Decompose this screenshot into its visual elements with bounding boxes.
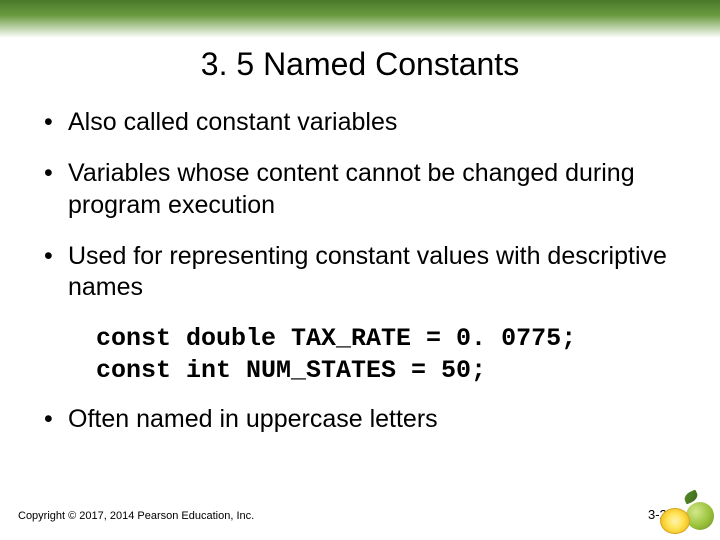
bullet-item: Used for representing constant values wi… [40,241,680,304]
bullet-item: Often named in uppercase letters [40,404,680,435]
code-example: const double TAX_RATE = 0. 0775; const i… [96,323,680,386]
bullet-item: Also called constant variables [40,107,680,138]
copyright-text: Copyright © 2017, 2014 Pearson Education… [18,510,254,522]
bullet-list: Also called constant variables Variables… [40,107,680,303]
slide-title: 3. 5 Named Constants [40,46,680,83]
slide-container: 3. 5 Named Constants Also called constan… [0,0,720,540]
bullet-list-2: Often named in uppercase letters [40,404,680,435]
citrus-decoration-icon [660,498,714,534]
bullet-item: Variables whose content cannot be change… [40,158,680,221]
